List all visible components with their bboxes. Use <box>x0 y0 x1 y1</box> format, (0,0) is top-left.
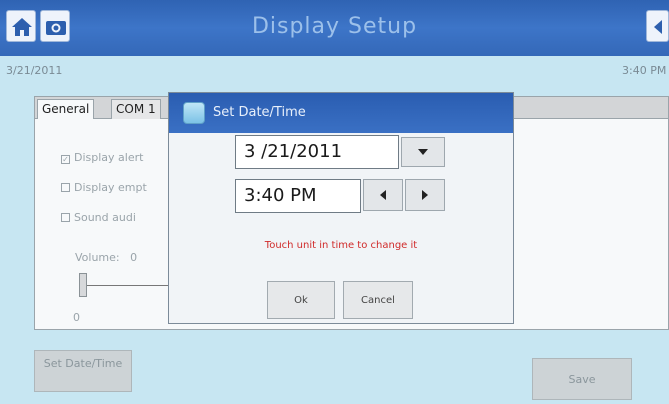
title-bar: Display Setup <box>0 0 669 56</box>
option-display-alert[interactable]: ✓ Display alert <box>61 151 143 164</box>
back-icon <box>654 20 662 34</box>
checkbox-checked-icon: ✓ <box>61 155 70 164</box>
save-button[interactable]: Save <box>532 358 632 400</box>
calendar-icon <box>183 102 205 124</box>
option-sound-audible[interactable]: Sound audi <box>61 211 136 224</box>
time-right-button[interactable] <box>405 179 445 211</box>
time-left-button[interactable] <box>363 179 403 211</box>
arrow-left-icon <box>380 190 386 200</box>
tab-com1[interactable]: COM 1 <box>111 99 161 119</box>
status-time: 3:40 PM <box>622 64 667 77</box>
tab-general[interactable]: General <box>37 99 95 119</box>
dialog-title-bar: Set Date/Time <box>169 93 513 133</box>
dialog-title: Set Date/Time <box>213 105 306 120</box>
date-dropdown-button[interactable] <box>401 137 445 167</box>
ok-button[interactable]: Ok <box>267 281 335 319</box>
volume-slider-track[interactable] <box>87 285 177 286</box>
checkbox-icon <box>61 183 70 192</box>
volume-min-label: 0 <box>73 311 80 324</box>
time-field[interactable]: 3:40 PM <box>235 179 361 213</box>
window-title: Display Setup <box>251 14 418 39</box>
set-date-time-dialog: Set Date/Time 3 /21/2011 3:40 PM Touch u… <box>168 92 514 324</box>
set-date-time-button[interactable]: Set Date/Time <box>34 350 132 392</box>
cancel-button[interactable]: Cancel <box>343 281 413 319</box>
checkbox-icon <box>61 213 70 222</box>
date-field[interactable]: 3 /21/2011 <box>235 135 399 169</box>
option-display-empty[interactable]: Display empt <box>61 181 147 194</box>
volume-label: Volume: 0 <box>75 251 138 264</box>
hint-text: Touch unit in time to change it <box>264 240 418 251</box>
status-date: 3/21/2011 <box>6 64 63 77</box>
back-button[interactable] <box>646 10 669 42</box>
volume-slider-handle[interactable] <box>79 273 87 297</box>
chevron-down-icon <box>418 149 428 155</box>
arrow-right-icon <box>422 190 428 200</box>
